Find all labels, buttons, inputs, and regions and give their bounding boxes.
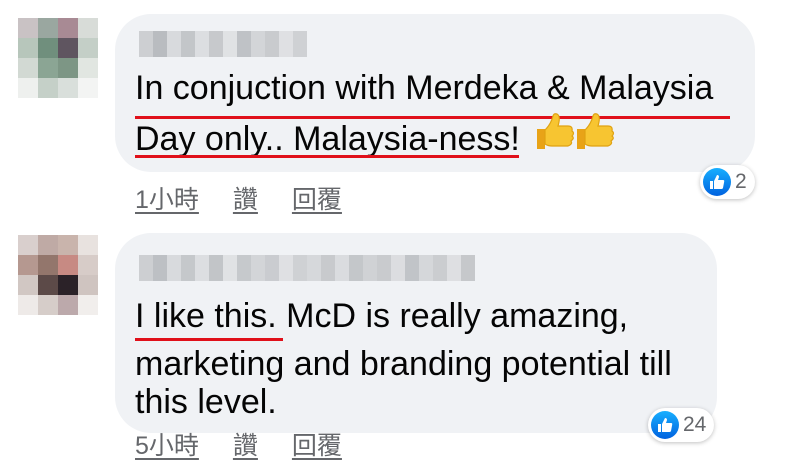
comment-text-line-1: I like this. McD is really amazing, xyxy=(135,297,629,335)
avatar[interactable] xyxy=(18,18,98,98)
comment-2: I like this. McD is really amazing, mark… xyxy=(0,215,800,463)
like-button[interactable]: 讚 xyxy=(233,426,258,462)
like-thumb-icon xyxy=(703,168,731,196)
comment-timestamp[interactable]: 1小時 xyxy=(135,180,199,216)
commenter-name-blurred[interactable] xyxy=(139,31,307,57)
comment-actions: 1小時 讚 回覆 xyxy=(135,180,342,216)
avatar[interactable] xyxy=(18,235,98,315)
like-thumb-icon xyxy=(651,411,679,439)
comment-text-line-1: In conjuction with Merdeka & Malaysia xyxy=(135,69,714,107)
reaction-count-badge[interactable]: 2 xyxy=(700,165,755,199)
annotation-underline xyxy=(135,155,519,158)
comment-text-line-3: this level. xyxy=(135,383,277,421)
comment-bubble: I like this. McD is really amazing, mark… xyxy=(115,233,717,433)
like-button[interactable]: 讚 xyxy=(233,180,258,216)
commenter-name-blurred[interactable] xyxy=(139,255,475,281)
comment-actions: 5小時 讚 回覆 xyxy=(135,426,342,462)
comment-text-line-2-text: Day only.. Malaysia-ness! xyxy=(135,120,520,158)
reaction-count: 24 xyxy=(683,413,707,436)
reaction-count-badge[interactable]: 24 xyxy=(648,408,715,442)
reply-button[interactable]: 回覆 xyxy=(292,426,342,462)
thumbs-up-emoji-icon xyxy=(533,112,615,165)
comment-timestamp[interactable]: 5小時 xyxy=(135,426,199,462)
reaction-count: 2 xyxy=(735,170,747,193)
comment-1: In conjuction with Merdeka & Malaysia Da… xyxy=(0,0,800,215)
reply-button[interactable]: 回覆 xyxy=(292,180,342,216)
comment-bubble: In conjuction with Merdeka & Malaysia Da… xyxy=(115,14,755,172)
